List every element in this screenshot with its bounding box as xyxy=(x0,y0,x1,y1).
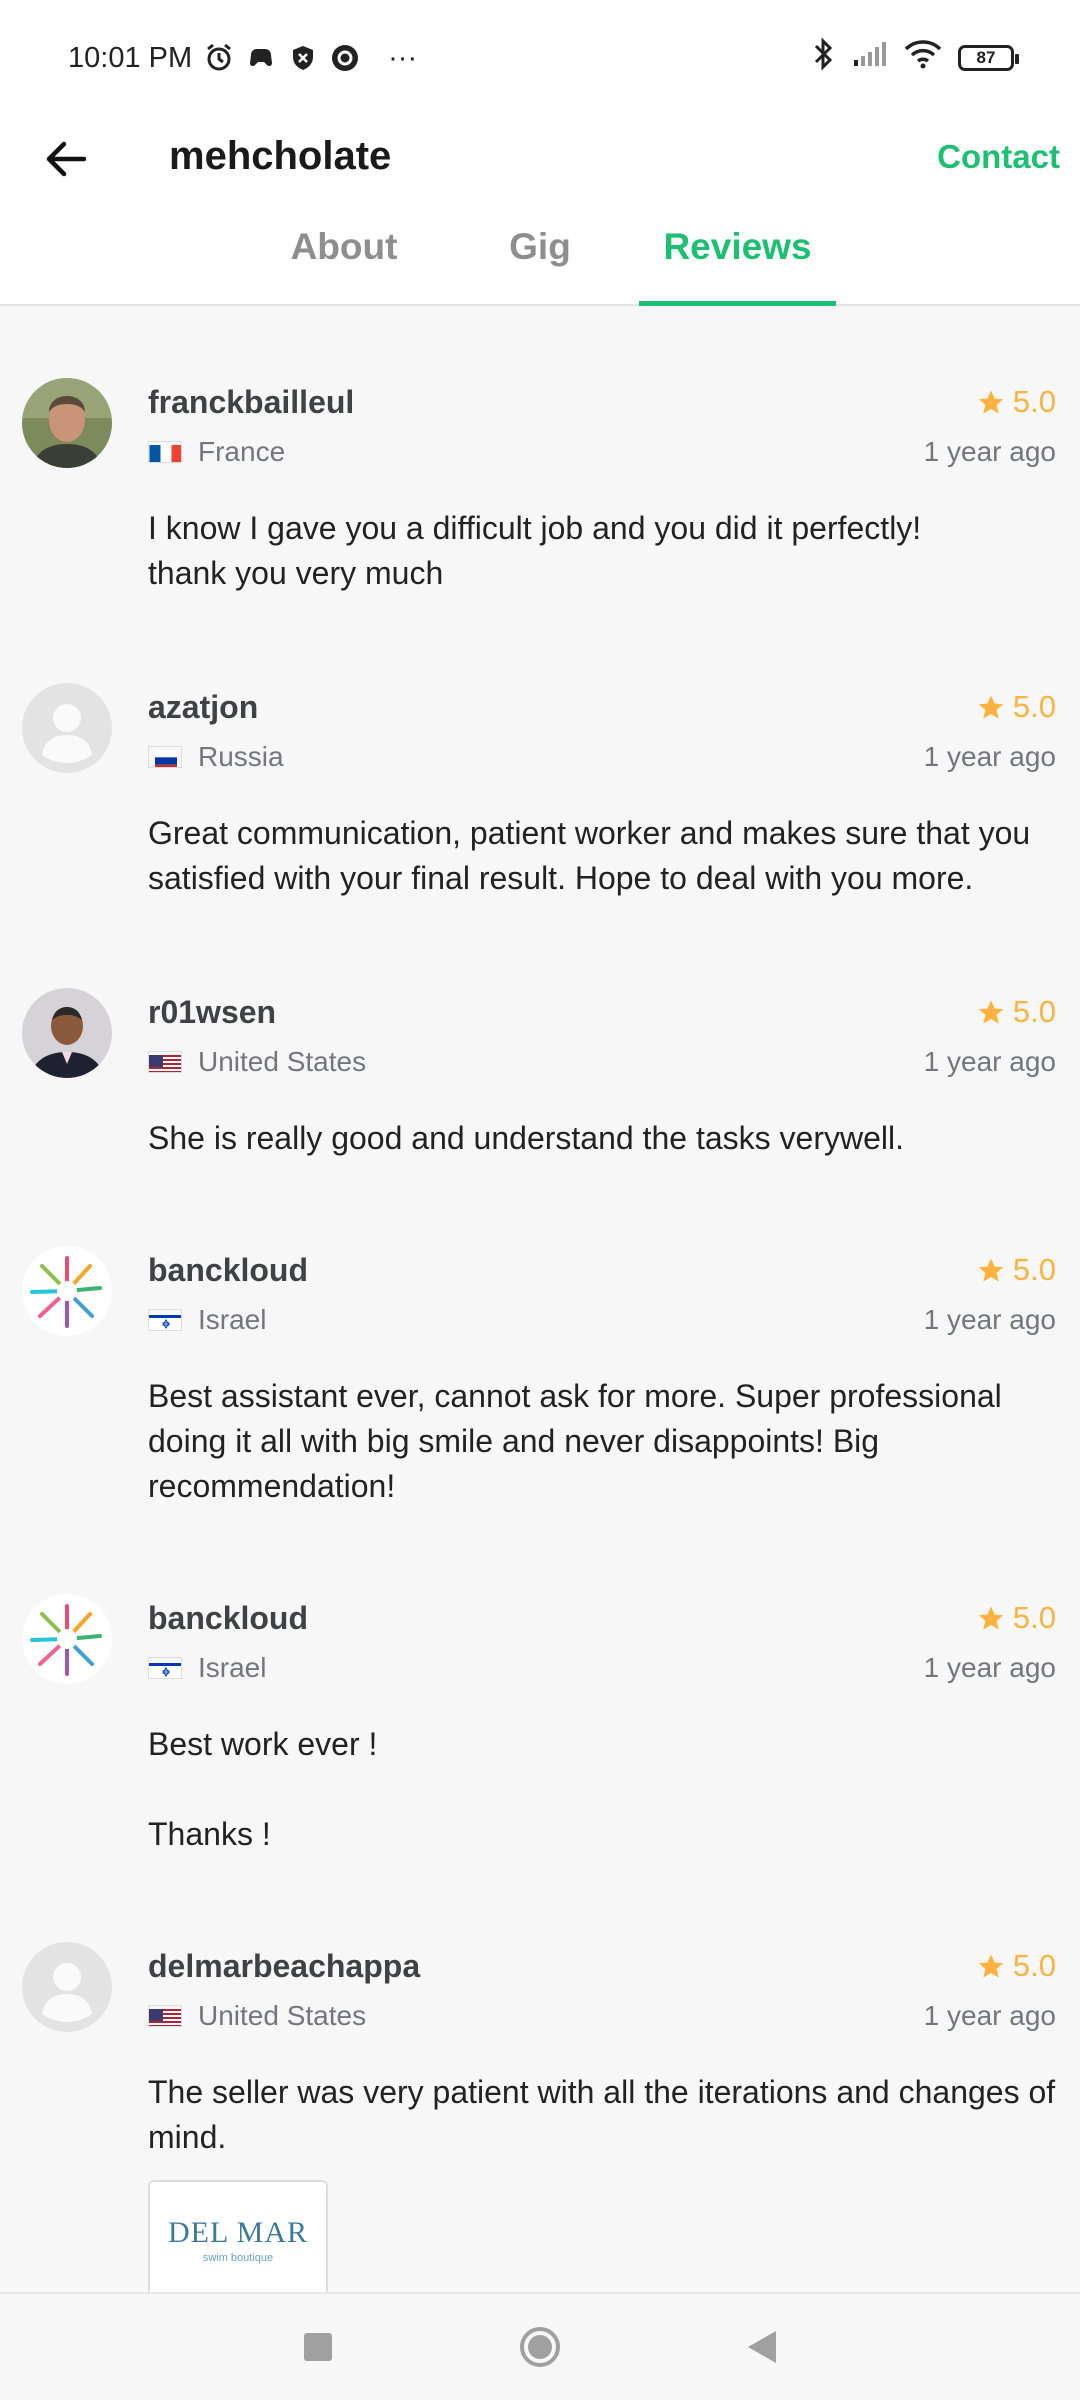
review-rating: 5.0 xyxy=(977,994,1056,1030)
review-rating-value: 5.0 xyxy=(1012,689,1056,724)
status-left: 10:01 PM ··· xyxy=(68,42,417,75)
review-username[interactable]: franckbailleul xyxy=(148,384,354,421)
israel-flag-icon xyxy=(148,1657,182,1679)
review-country: Russia xyxy=(148,741,284,773)
tab-reviews[interactable]: Reviews xyxy=(660,226,815,306)
star-icon xyxy=(978,695,1004,719)
review-rating: 5.0 xyxy=(977,1600,1056,1636)
tab-gig[interactable]: Gig xyxy=(505,226,575,306)
review-username[interactable]: delmarbeachappa xyxy=(148,1948,420,1985)
status-right: 87 xyxy=(812,37,1019,79)
review-country: United States xyxy=(148,1046,366,1078)
battery-icon: 87 xyxy=(958,45,1019,71)
review-country-name: Israel xyxy=(198,1652,267,1683)
review-username[interactable]: banckloud xyxy=(148,1252,308,1289)
france-flag-icon xyxy=(148,441,182,463)
review-rating: 5.0 xyxy=(977,1252,1056,1288)
review-time: 1 year ago xyxy=(923,2000,1056,2031)
avatar-burst[interactable] xyxy=(22,1246,112,1336)
avatar-burst[interactable] xyxy=(22,1594,112,1684)
review-username[interactable]: r01wsen xyxy=(148,994,276,1031)
more-status-icons: ··· xyxy=(388,41,418,74)
reviews-list[interactable]: franckbailleul 5.0 France 1 year ago I k… xyxy=(0,306,1080,2292)
bluetooth-icon xyxy=(812,37,836,79)
status-time: 10:01 PM xyxy=(68,41,193,74)
star-icon xyxy=(978,1258,1004,1282)
review-attachment-image[interactable]: DEL MAR swim boutique xyxy=(148,2180,328,2292)
tab-bar: About Gig Reviews xyxy=(0,226,1080,306)
review-country: United States xyxy=(148,2000,366,2032)
contact-button[interactable]: Contact xyxy=(937,132,1060,182)
review-rating-value: 5.0 xyxy=(1012,1252,1056,1287)
review-time: 1 year ago xyxy=(923,1046,1056,1077)
game-icon xyxy=(246,43,276,73)
israel-flag-icon xyxy=(148,1309,182,1331)
alarm-icon xyxy=(204,43,234,73)
review-time: 1 year ago xyxy=(923,741,1056,772)
review-rating-value: 5.0 xyxy=(1012,384,1056,419)
battery-level: 87 xyxy=(976,48,996,67)
review-username[interactable]: banckloud xyxy=(148,1600,308,1637)
review-country: France xyxy=(148,436,285,468)
review-country: Israel xyxy=(148,1304,266,1336)
recents-button[interactable] xyxy=(304,2333,332,2361)
star-icon xyxy=(978,390,1004,414)
usa-flag-icon xyxy=(148,1051,182,1073)
review-rating: 5.0 xyxy=(977,1948,1056,1984)
back-button[interactable] xyxy=(748,2331,776,2363)
review-country-name: United States xyxy=(198,2000,367,2031)
home-button[interactable] xyxy=(520,2327,560,2367)
shield-icon xyxy=(288,43,318,73)
review-country: Israel xyxy=(148,1652,266,1684)
review-rating-value: 5.0 xyxy=(1012,1600,1056,1635)
review-comment: She is really good and understand the ta… xyxy=(148,1120,904,1156)
record-icon xyxy=(330,43,360,73)
review-username[interactable]: azatjon xyxy=(148,689,258,726)
signal-icon xyxy=(852,40,888,76)
status-bar: 10:01 PM ··· 87 xyxy=(0,0,1080,116)
star-icon xyxy=(978,1000,1004,1024)
russia-flag-icon xyxy=(148,746,182,768)
review-rating: 5.0 xyxy=(977,384,1056,420)
review-country-name: France xyxy=(198,436,286,467)
star-icon xyxy=(978,1606,1004,1630)
review-time: 1 year ago xyxy=(923,436,1056,467)
review-rating: 5.0 xyxy=(977,689,1056,725)
avatar[interactable] xyxy=(22,988,112,1078)
review-time: 1 year ago xyxy=(923,1304,1056,1335)
review-rating-value: 5.0 xyxy=(1012,1948,1056,1983)
attachment-logo-sub: swim boutique xyxy=(202,2252,274,2264)
page-title: mehcholate xyxy=(169,134,392,178)
review-comment: The seller was very patient with all the… xyxy=(148,2074,1056,2155)
back-arrow-icon[interactable] xyxy=(36,130,94,188)
avatar-placeholder[interactable] xyxy=(22,683,112,773)
avatar[interactable] xyxy=(22,378,112,468)
review-time: 1 year ago xyxy=(923,1652,1056,1683)
wifi-icon xyxy=(904,39,942,77)
review-country-name: Russia xyxy=(198,741,284,772)
tab-about[interactable]: About xyxy=(289,226,399,306)
review-comment: Best work ever ! Thanks ! xyxy=(148,1726,378,1852)
system-nav-bar xyxy=(0,2292,1080,2400)
review-comment: Best assistant ever, cannot ask for more… xyxy=(148,1378,1002,1504)
star-icon xyxy=(978,1954,1004,1978)
review-comment: I know I gave you a difficult job and yo… xyxy=(148,510,922,591)
review-country-name: Israel xyxy=(198,1304,267,1335)
avatar-placeholder[interactable] xyxy=(22,1942,112,2032)
usa-flag-icon xyxy=(148,2005,182,2027)
app-header: mehcholate Contact About Gig Reviews xyxy=(0,116,1080,306)
review-comment: Great communication, patient worker and … xyxy=(148,815,1031,896)
review-country-name: United States xyxy=(198,1046,367,1077)
attachment-logo-text: DEL MAR xyxy=(167,2216,309,2249)
review-rating-value: 5.0 xyxy=(1012,994,1056,1029)
